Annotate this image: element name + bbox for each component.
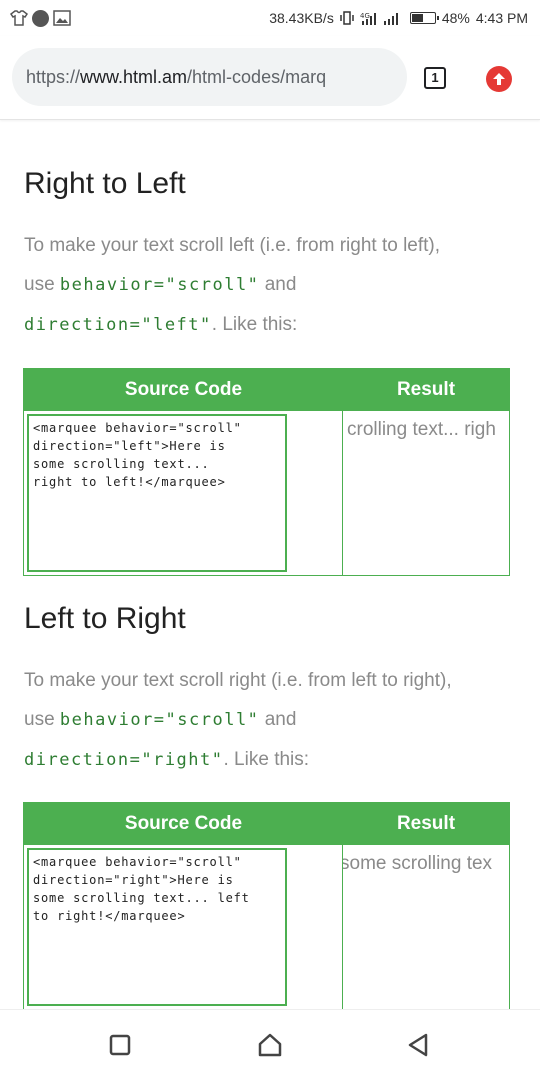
intro-text: . Like this: [223,749,310,770]
intro-line: To make your text scroll left (i.e. from… [24,235,441,256]
header-source-code: Source Code [124,379,243,400]
tab-switcher-button[interactable]: 1 [424,67,446,89]
status-bar: 38.43KB/s 4G 48% 4:43 PM [0,0,540,36]
battery-level [411,14,424,22]
source-code-textarea[interactable]: <marquee behavior="scroll" direction="le… [27,414,287,572]
section-intro-right-to-left: To make your text scroll left (i.e. from… [24,226,524,345]
table-header: Source Code Result [24,369,509,411]
navigation-bar [0,1009,540,1080]
up-arrow-icon [493,73,505,85]
image-icon [53,10,71,26]
marquee-result: some scrolling tex [343,853,493,874]
url-path: /html-codes/marq [187,66,327,87]
header-result: Result [396,379,456,400]
intro-line: use behavior="scroll" and [24,265,524,305]
signal-icon: 4G [360,12,398,25]
url-text[interactable]: https://www.html.am/html-codes/marq [26,67,326,88]
code-direction: direction="right" [24,750,224,770]
table-row: <marquee behavior="scroll" direction="ri… [24,845,509,1009]
source-cell: <marquee behavior="scroll" direction="le… [24,411,343,575]
section-heading-left-to-right: Left to Right [24,602,186,635]
code-direction: direction="left" [24,315,212,335]
url-host: www.html.am [80,66,188,87]
result-cell: some scrolling tex [343,845,509,1009]
network-speed: 38.43KB/s [269,10,334,26]
intro-text: use [24,709,60,730]
shirt-icon [10,10,28,26]
header-source-code: Source Code [124,813,243,834]
section-heading-right-to-left: Right to Left [24,167,186,200]
source-cell: <marquee behavior="scroll" direction="ri… [24,845,343,1009]
system-status: 38.43KB/s 4G 48% 4:43 PM [269,8,528,28]
intro-line: direction="right". Like this: [24,740,524,780]
vibrate-icon [340,11,354,25]
square-icon[interactable] [107,1032,133,1058]
back-triangle-icon[interactable] [405,1032,431,1058]
result-cell: crolling text... righ [343,411,509,575]
app-notification-icon [32,9,49,27]
address-bar[interactable]: https://www.html.am/html-codes/marq [12,48,407,106]
example-table-left-to-right: Source Code Result <marquee behavior="sc… [23,802,510,1009]
browser-toolbar: https://www.html.am/html-codes/marq 1 [0,36,540,120]
table-header: Source Code Result [24,803,509,845]
svg-text:4G: 4G [360,12,370,20]
home-icon[interactable] [257,1032,283,1058]
intro-text: and [259,274,297,295]
intro-text: use [24,274,60,295]
battery-icon [409,12,439,24]
page-content: Right to Left To make your text scroll l… [0,121,540,1009]
code-behavior: behavior="scroll" [59,710,260,730]
notification-icons [10,9,71,27]
table-row: <marquee behavior="scroll" direction="le… [24,411,509,575]
marquee-result: crolling text... righ [347,419,496,440]
update-button[interactable] [486,66,512,92]
intro-line: To make your text scroll right (i.e. fro… [24,670,452,691]
url-scheme: https:// [26,66,81,87]
clock: 4:43 PM [475,10,528,26]
intro-line: direction="left". Like this: [24,305,524,345]
battery-percent: 48% [441,10,470,26]
intro-line: use behavior="scroll" and [24,700,524,740]
example-table-right-to-left: Source Code Result <marquee behavior="sc… [23,368,510,576]
intro-text: . Like this: [211,314,298,335]
intro-text: and [259,709,297,730]
section-intro-left-to-right: To make your text scroll right (i.e. fro… [24,661,524,780]
source-code-textarea[interactable]: <marquee behavior="scroll" direction="ri… [27,848,287,1006]
code-behavior: behavior="scroll" [59,275,260,295]
header-result: Result [396,813,456,834]
